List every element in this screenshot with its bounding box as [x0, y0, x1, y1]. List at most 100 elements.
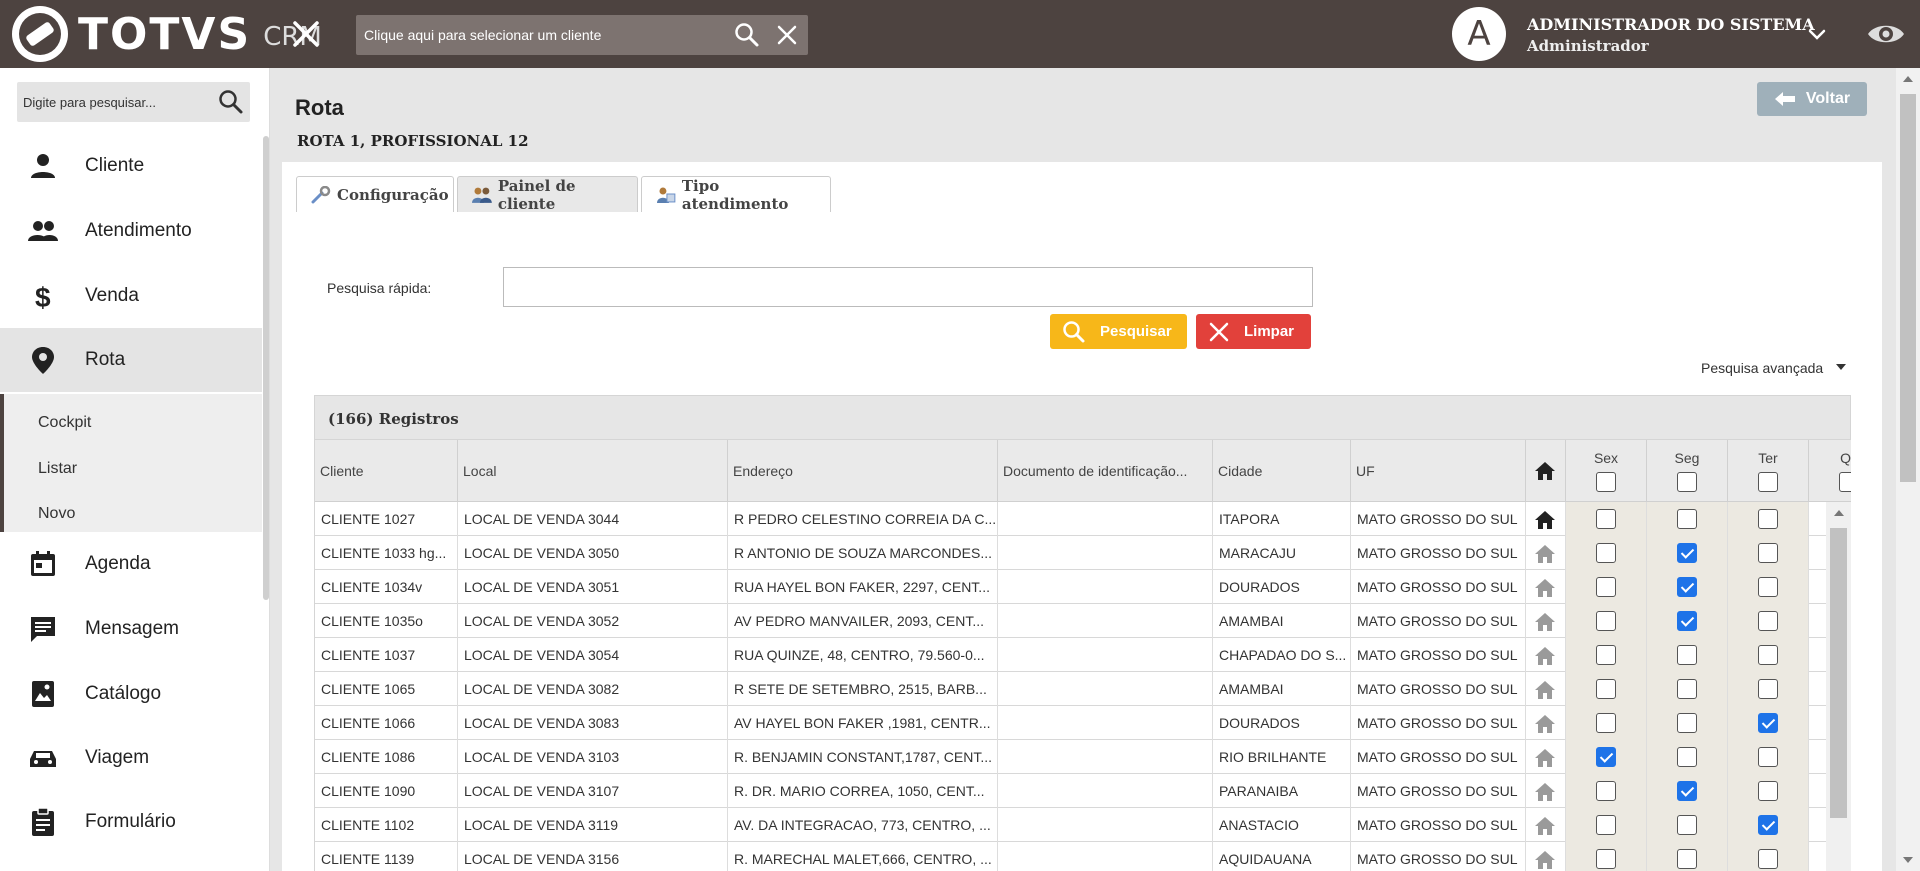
home-icon[interactable]	[1534, 645, 1556, 667]
cell-home[interactable]	[1526, 774, 1566, 808]
ter-checkbox[interactable]	[1758, 747, 1778, 767]
cell-home[interactable]	[1526, 706, 1566, 740]
seg-checkbox[interactable]	[1677, 577, 1697, 597]
submenu-item-cockpit[interactable]: Cockpit	[38, 414, 91, 432]
home-icon[interactable]	[1534, 543, 1556, 565]
ter-checkbox[interactable]	[1758, 679, 1778, 699]
user-name[interactable]: ADMINISTRADOR DO SISTEMA	[1527, 15, 1815, 34]
page-scrollbar[interactable]	[1896, 68, 1920, 871]
submenu-item-listar[interactable]: Listar	[38, 460, 77, 478]
ter-checkbox[interactable]	[1758, 849, 1778, 869]
ter-checkbox[interactable]	[1758, 543, 1778, 563]
table-row[interactable]: CLIENTE 1035o LOCAL DE VENDA 3052 AV PEDRO…	[315, 604, 1851, 638]
sex-checkbox[interactable]	[1596, 611, 1616, 631]
sidebar-item-catalogo[interactable]: Catálogo	[0, 662, 262, 726]
caret-down-icon[interactable]	[1836, 364, 1846, 370]
cell-home[interactable]	[1526, 740, 1566, 774]
tab-painel-de-cliente[interactable]: Painel de cliente	[457, 176, 638, 213]
close-menu-icon[interactable]	[290, 18, 322, 50]
cell-home[interactable]	[1526, 808, 1566, 842]
quick-search-input[interactable]	[503, 267, 1313, 307]
table-row[interactable]: CLIENTE 1139 LOCAL DE VENDA 3156 R. MARECH…	[315, 842, 1851, 871]
home-icon[interactable]	[1534, 815, 1556, 837]
sex-checkbox[interactable]	[1596, 747, 1616, 767]
ter-checkbox[interactable]	[1758, 611, 1778, 631]
table-row[interactable]: CLIENTE 1065 LOCAL DE VENDA 3082 R SETE DE…	[315, 672, 1851, 706]
table-row[interactable]: CLIENTE 1033 hg... LOCAL DE VENDA 3050 R A…	[315, 536, 1851, 570]
table-row[interactable]: CLIENTE 1086 LOCAL DE VENDA 3103 R. BENJAM…	[315, 740, 1851, 774]
sidebar-item-venda[interactable]: $ Venda	[0, 264, 262, 328]
cell-home[interactable]	[1526, 638, 1566, 672]
sex-checkbox[interactable]	[1596, 781, 1616, 801]
column-header-documento[interactable]: Documento de identificação...	[998, 440, 1213, 502]
sidebar-item-formulario[interactable]: Formulário	[0, 790, 262, 854]
back-button[interactable]: Voltar	[1757, 82, 1867, 116]
sex-checkbox[interactable]	[1596, 543, 1616, 563]
avatar[interactable]: A	[1452, 7, 1506, 61]
table-row[interactable]: CLIENTE 1037 LOCAL DE VENDA 3054 RUA QUINZ…	[315, 638, 1851, 672]
home-icon[interactable]	[1534, 747, 1556, 769]
search-icon[interactable]	[218, 89, 244, 115]
scroll-up-icon[interactable]	[1903, 76, 1913, 82]
home-icon[interactable]	[1534, 849, 1556, 871]
table-row[interactable]: CLIENTE 1034v LOCAL DE VENDA 3051 RUA HAYE…	[315, 570, 1851, 604]
sidebar-item-cliente[interactable]: Cliente	[0, 134, 262, 198]
table-row[interactable]: CLIENTE 1090 LOCAL DE VENDA 3107 R. DR. MA…	[315, 774, 1851, 808]
eye-icon[interactable]	[1866, 18, 1906, 50]
select-all-ter-checkbox[interactable]	[1758, 472, 1778, 492]
seg-checkbox[interactable]	[1677, 747, 1697, 767]
tab-tipo-atendimento[interactable]: Tipo atendimento	[641, 176, 831, 213]
table-row[interactable]: CLIENTE 1027 LOCAL DE VENDA 3044 R PEDRO C…	[315, 502, 1851, 536]
sex-checkbox[interactable]	[1596, 815, 1616, 835]
cell-home[interactable]	[1526, 604, 1566, 638]
table-row[interactable]: CLIENTE 1066 LOCAL DE VENDA 3083 AV HAYEL …	[315, 706, 1851, 740]
scroll-down-icon[interactable]	[1903, 857, 1913, 863]
sidebar-search-input[interactable]: Digite para pesquisar...	[17, 82, 250, 122]
home-icon[interactable]	[1534, 713, 1556, 735]
cell-home[interactable]	[1526, 672, 1566, 706]
totvs-logo[interactable]: TOTVS CRM	[12, 6, 322, 62]
page-scrollbar-thumb[interactable]	[1900, 94, 1916, 482]
sex-checkbox[interactable]	[1596, 509, 1616, 529]
chevron-down-icon[interactable]	[1806, 24, 1828, 46]
cell-home[interactable]	[1526, 502, 1566, 536]
ter-checkbox[interactable]	[1758, 815, 1778, 835]
table-scrollbar[interactable]	[1826, 502, 1851, 871]
column-header-endereco[interactable]: Endereço	[728, 440, 998, 502]
sidebar-item-mensagem[interactable]: Mensagem	[0, 597, 262, 661]
seg-checkbox[interactable]	[1677, 611, 1697, 631]
home-icon[interactable]	[1534, 781, 1556, 803]
submenu-item-novo[interactable]: Novo	[38, 505, 75, 523]
ter-checkbox[interactable]	[1758, 645, 1778, 665]
table-row[interactable]: CLIENTE 1102 LOCAL DE VENDA 3119 AV. DA IN…	[315, 808, 1851, 842]
sex-checkbox[interactable]	[1596, 713, 1616, 733]
ter-checkbox[interactable]	[1758, 713, 1778, 733]
column-header-cidade[interactable]: Cidade	[1213, 440, 1351, 502]
select-all-qua-checkbox[interactable]	[1839, 472, 1851, 492]
select-all-sex-checkbox[interactable]	[1596, 472, 1616, 492]
cell-home[interactable]	[1526, 842, 1566, 871]
seg-checkbox[interactable]	[1677, 781, 1697, 801]
sidebar-scrollbar[interactable]	[263, 136, 269, 600]
sidebar-item-rota[interactable]: Rota	[0, 328, 262, 392]
ter-checkbox[interactable]	[1758, 781, 1778, 801]
seg-checkbox[interactable]	[1677, 849, 1697, 869]
sex-checkbox[interactable]	[1596, 679, 1616, 699]
seg-checkbox[interactable]	[1677, 645, 1697, 665]
table-scrollbar-thumb[interactable]	[1830, 528, 1847, 818]
sidebar-item-atendimento[interactable]: Atendimento	[0, 199, 262, 263]
sex-checkbox[interactable]	[1596, 577, 1616, 597]
home-icon[interactable]	[1534, 679, 1556, 701]
seg-checkbox[interactable]	[1677, 713, 1697, 733]
search-icon[interactable]	[734, 22, 760, 48]
clear-client-icon[interactable]	[776, 24, 798, 46]
ter-checkbox[interactable]	[1758, 509, 1778, 529]
ter-checkbox[interactable]	[1758, 577, 1778, 597]
cell-home[interactable]	[1526, 570, 1566, 604]
seg-checkbox[interactable]	[1677, 543, 1697, 563]
home-icon[interactable]	[1534, 577, 1556, 599]
client-select[interactable]: Clique aqui para selecionar um cliente	[356, 15, 808, 55]
sidebar-item-agenda[interactable]: Agenda	[0, 532, 262, 596]
advanced-search-link[interactable]: Pesquisa avançada	[1701, 360, 1823, 376]
tab-configuracao[interactable]: Configuração	[296, 176, 454, 212]
